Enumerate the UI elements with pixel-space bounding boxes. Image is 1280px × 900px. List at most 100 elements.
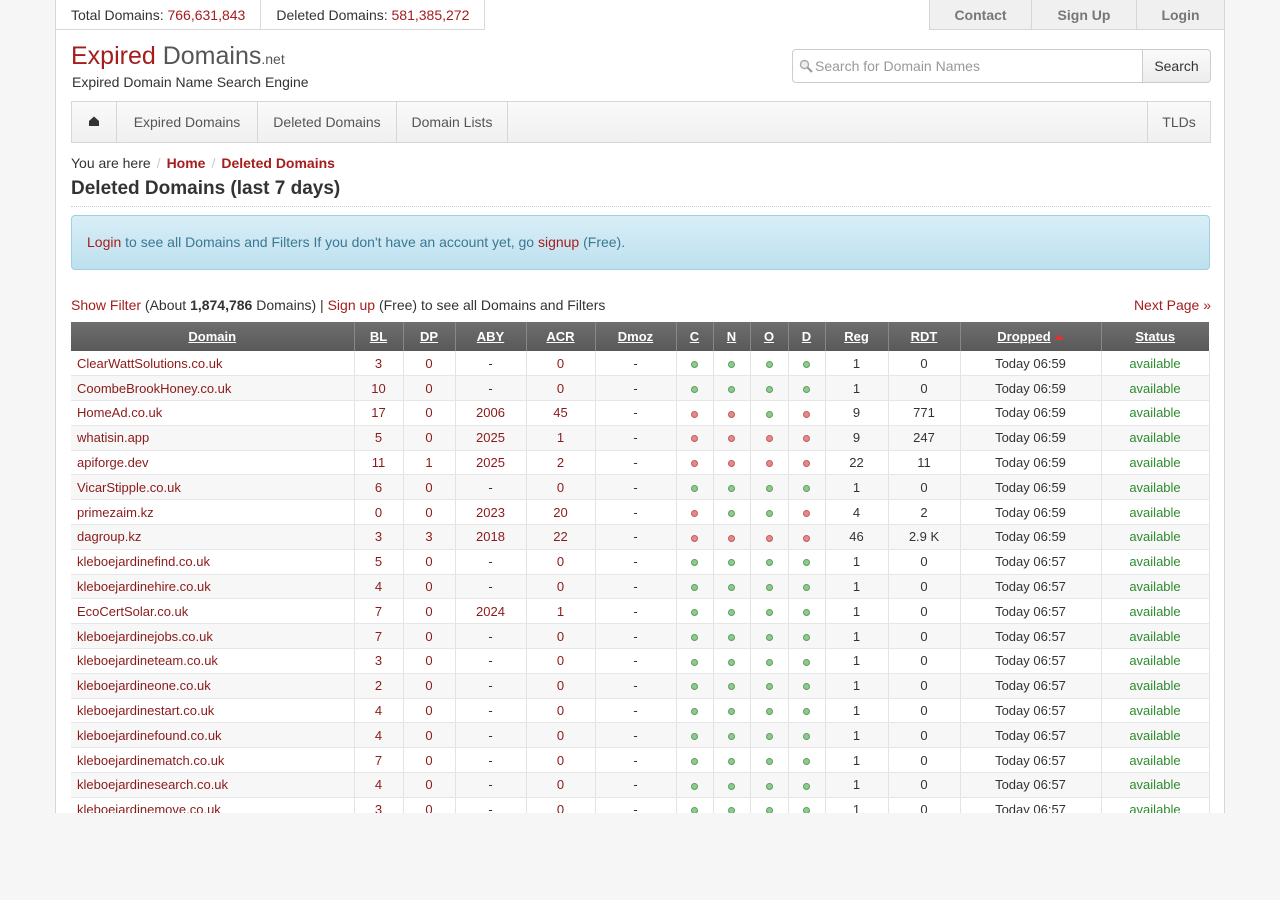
column-header-dp[interactable]: DP — [403, 322, 456, 351]
alert-signup-link[interactable]: signup — [538, 234, 579, 250]
status-ok-dot-icon[interactable] — [765, 658, 773, 666]
domain-name-link[interactable]: kleboejardinematch.co.uk — [77, 753, 224, 768]
domain-name-link[interactable]: whatisin.app — [77, 430, 149, 445]
status-taken-dot-icon[interactable] — [728, 435, 735, 443]
status-ok-dot-icon[interactable] — [728, 708, 735, 716]
aby-value[interactable]: 2006 — [476, 405, 505, 420]
acr-value[interactable]: 0 — [557, 753, 564, 768]
bl-value[interactable]: 4 — [375, 777, 382, 792]
status-ok-dot-icon[interactable] — [728, 385, 735, 393]
nav-expired-domains[interactable]: Expired Domains — [117, 102, 258, 142]
status-ok-dot-icon[interactable] — [691, 360, 698, 368]
status-ok-dot-icon[interactable] — [803, 782, 810, 790]
column-header-bl[interactable]: BL — [354, 322, 404, 351]
dp-value[interactable]: 0 — [425, 505, 432, 520]
availability-status[interactable]: available — [1129, 678, 1180, 693]
status-taken-dot-icon[interactable] — [691, 460, 698, 468]
acr-value[interactable]: 0 — [557, 678, 564, 693]
contact-link[interactable]: Contact — [929, 0, 1032, 30]
bl-value[interactable]: 4 — [375, 579, 382, 594]
availability-status[interactable]: available — [1129, 579, 1180, 594]
column-header-dmoz[interactable]: Dmoz — [595, 322, 677, 351]
status-ok-dot-icon[interactable] — [765, 732, 773, 740]
dp-value[interactable]: 0 — [425, 753, 432, 768]
availability-status[interactable]: available — [1129, 604, 1180, 619]
nav-deleted-domains[interactable]: Deleted Domains — [258, 102, 397, 142]
next-page-link[interactable]: Next Page » — [1134, 297, 1211, 313]
status-ok-dot-icon[interactable] — [691, 385, 698, 393]
status-taken-dot-icon[interactable] — [803, 410, 810, 418]
status-ok-dot-icon[interactable] — [765, 782, 773, 790]
bl-value[interactable]: 3 — [375, 653, 382, 668]
status-taken-dot-icon[interactable] — [728, 410, 735, 418]
availability-status[interactable]: available — [1129, 753, 1180, 768]
domain-name-link[interactable]: kleboejardineone.co.uk — [77, 678, 211, 693]
status-ok-dot-icon[interactable] — [803, 633, 810, 641]
dp-value[interactable]: 0 — [425, 579, 432, 594]
status-taken-dot-icon[interactable] — [803, 460, 810, 468]
breadcrumb-current[interactable]: Deleted Domains — [221, 155, 335, 171]
availability-status[interactable]: available — [1129, 777, 1180, 792]
status-ok-dot-icon[interactable] — [765, 360, 773, 368]
breadcrumb-home[interactable]: Home — [167, 155, 206, 171]
availability-status[interactable]: available — [1129, 703, 1180, 718]
status-taken-dot-icon[interactable] — [691, 534, 698, 542]
status-taken-dot-icon[interactable] — [765, 435, 773, 443]
acr-value[interactable]: 22 — [553, 529, 567, 544]
status-ok-dot-icon[interactable] — [691, 807, 698, 813]
status-ok-dot-icon[interactable] — [728, 484, 735, 492]
bl-value[interactable]: 7 — [375, 604, 382, 619]
column-header-rdt[interactable]: RDT — [888, 322, 961, 351]
aby-value[interactable]: 2025 — [476, 430, 505, 445]
nav-home[interactable] — [72, 102, 117, 142]
status-ok-dot-icon[interactable] — [803, 658, 810, 666]
dp-value[interactable]: 0 — [425, 777, 432, 792]
status-ok-dot-icon[interactable] — [803, 708, 810, 716]
status-ok-dot-icon[interactable] — [765, 559, 773, 567]
acr-value[interactable]: 0 — [557, 802, 564, 813]
status-ok-dot-icon[interactable] — [728, 782, 735, 790]
dp-value[interactable]: 0 — [425, 802, 432, 813]
status-ok-dot-icon[interactable] — [765, 608, 773, 616]
column-header-n[interactable]: N — [713, 322, 751, 351]
status-ok-dot-icon[interactable] — [691, 782, 698, 790]
dp-value[interactable]: 0 — [425, 480, 432, 495]
column-header-domain[interactable]: Domain — [71, 322, 355, 351]
column-header-aby[interactable]: ABY — [455, 322, 527, 351]
domain-name-link[interactable]: ClearWattSolutions.co.uk — [77, 356, 222, 371]
domain-name-link[interactable]: HomeAd.co.uk — [77, 405, 162, 420]
bl-value[interactable]: 3 — [375, 802, 382, 813]
status-taken-dot-icon[interactable] — [765, 534, 773, 542]
status-ok-dot-icon[interactable] — [765, 807, 773, 813]
acr-value[interactable]: 0 — [557, 579, 564, 594]
status-taken-dot-icon[interactable] — [803, 534, 810, 542]
status-ok-dot-icon[interactable] — [728, 757, 735, 765]
status-ok-dot-icon[interactable] — [765, 708, 773, 716]
column-header-acr[interactable]: ACR — [526, 322, 596, 351]
bl-value[interactable]: 7 — [375, 753, 382, 768]
dp-value[interactable]: 0 — [425, 703, 432, 718]
bl-value[interactable]: 2 — [375, 678, 382, 693]
status-ok-dot-icon[interactable] — [728, 807, 735, 813]
availability-status[interactable]: available — [1129, 802, 1180, 813]
status-ok-dot-icon[interactable] — [691, 484, 698, 492]
acr-value[interactable]: 2 — [557, 455, 564, 470]
bl-value[interactable]: 17 — [371, 405, 385, 420]
domain-name-link[interactable]: dagroup.kz — [77, 529, 141, 544]
dp-value[interactable]: 0 — [425, 554, 432, 569]
acr-value[interactable]: 0 — [557, 703, 564, 718]
domain-name-link[interactable]: primezaim.kz — [77, 505, 154, 520]
dp-value[interactable]: 0 — [425, 653, 432, 668]
column-header-d[interactable]: D — [788, 322, 826, 351]
domain-name-link[interactable]: apiforge.dev — [77, 455, 149, 470]
acr-value[interactable]: 1 — [557, 604, 564, 619]
alert-login-link[interactable]: Login — [87, 234, 121, 250]
domain-name-link[interactable]: kleboejardinesearch.co.uk — [77, 777, 228, 792]
status-ok-dot-icon[interactable] — [803, 360, 810, 368]
status-ok-dot-icon[interactable] — [803, 608, 810, 616]
bl-value[interactable]: 11 — [372, 455, 386, 470]
search-button[interactable]: Search — [1142, 49, 1211, 83]
status-ok-dot-icon[interactable] — [728, 658, 735, 666]
bl-value[interactable]: 5 — [375, 554, 382, 569]
bl-value[interactable]: 3 — [375, 529, 382, 544]
